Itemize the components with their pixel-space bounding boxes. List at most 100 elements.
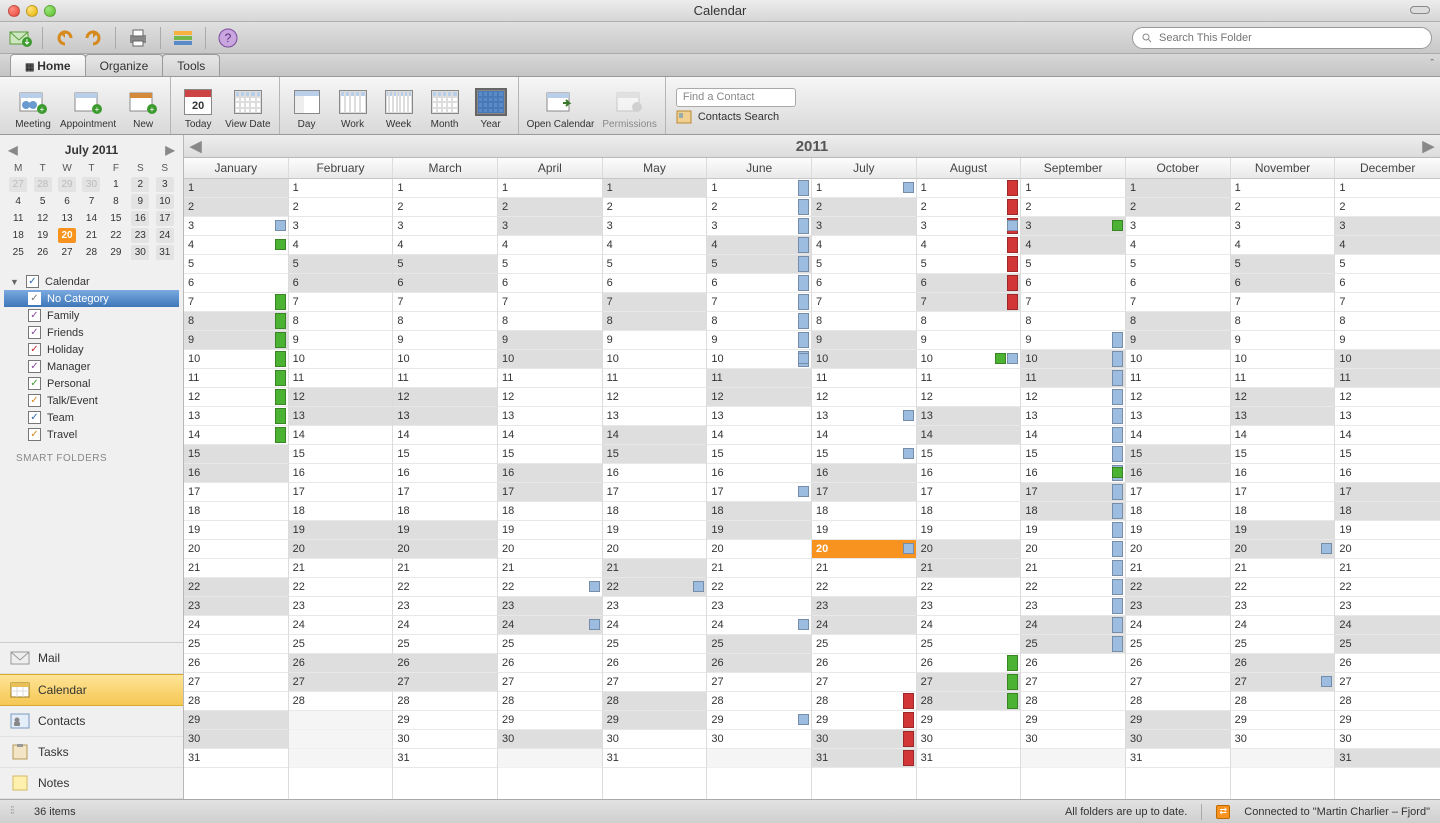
year-day-cell[interactable]: 24	[1231, 616, 1335, 635]
year-day-cell[interactable]: 17	[1126, 483, 1230, 502]
year-day-cell[interactable]: 8	[603, 312, 707, 331]
year-day-cell[interactable]: 5	[498, 255, 602, 274]
year-day-cell[interactable]: 18	[603, 502, 707, 521]
year-day-cell[interactable]: 13	[603, 407, 707, 426]
year-day-cell[interactable]: 16	[1126, 464, 1230, 483]
year-day-cell[interactable]: 6	[603, 274, 707, 293]
year-day-cell[interactable]: 16	[498, 464, 602, 483]
year-day-cell[interactable]: 20	[1126, 540, 1230, 559]
year-day-cell[interactable]: 12	[1126, 388, 1230, 407]
year-day-cell[interactable]: 19	[498, 521, 602, 540]
year-day-cell[interactable]: 5	[184, 255, 288, 274]
year-day-cell[interactable]: 28	[1231, 692, 1335, 711]
year-day-cell[interactable]: 8	[1021, 312, 1125, 331]
year-day-cell[interactable]: 4	[812, 236, 916, 255]
year-day-cell[interactable]: 15	[184, 445, 288, 464]
year-day-cell[interactable]: 10	[184, 350, 288, 369]
year-day-cell[interactable]: 15	[812, 445, 916, 464]
meeting-button[interactable]: +Meeting	[12, 77, 54, 134]
year-day-cell[interactable]: 23	[1335, 597, 1440, 616]
year-day-cell[interactable]: 27	[812, 673, 916, 692]
year-day-cell[interactable]: 4	[917, 236, 1021, 255]
year-day-cell[interactable]: 11	[707, 369, 811, 388]
year-day-cell[interactable]: 24	[289, 616, 393, 635]
year-day-cell[interactable]: 12	[289, 388, 393, 407]
year-day-cell[interactable]: 20	[917, 540, 1021, 559]
year-day-cell[interactable]: 28	[184, 692, 288, 711]
year-day-cell[interactable]: 29	[812, 711, 916, 730]
year-day-cell[interactable]: 25	[917, 635, 1021, 654]
year-day-cell[interactable]: 16	[184, 464, 288, 483]
tab-organize[interactable]: Organize	[85, 54, 164, 76]
year-day-cell[interactable]: 3	[812, 217, 916, 236]
year-day-cell[interactable]: 4	[498, 236, 602, 255]
year-day-cell[interactable]: 19	[1335, 521, 1440, 540]
year-day-cell[interactable]: 29	[393, 711, 497, 730]
search-input[interactable]	[1159, 32, 1423, 44]
year-day-cell[interactable]: 30	[707, 730, 811, 749]
year-day-cell[interactable]: 25	[1231, 635, 1335, 654]
open-calendar-button[interactable]: Open Calendar	[525, 77, 597, 134]
mini-day[interactable]: 2	[128, 176, 152, 193]
status-grip[interactable]: ⫶⫶	[10, 805, 20, 818]
year-day-cell[interactable]: 14	[184, 426, 288, 445]
year-day-cell[interactable]: 17	[603, 483, 707, 502]
year-day-cell[interactable]: 5	[393, 255, 497, 274]
year-day-cell[interactable]: 16	[707, 464, 811, 483]
year-day-cell[interactable]: 18	[1126, 502, 1230, 521]
tab-tools[interactable]: Tools	[162, 54, 220, 76]
mini-day[interactable]: 17	[153, 210, 177, 227]
viewdate-button[interactable]: View Date	[223, 77, 272, 134]
year-day-cell[interactable]: 11	[1231, 369, 1335, 388]
contacts-search-button[interactable]: Contacts Search	[676, 110, 796, 124]
year-day-cell[interactable]: 9	[707, 331, 811, 350]
year-day-cell[interactable]: 22	[393, 578, 497, 597]
year-day-cell[interactable]: 1	[1335, 179, 1440, 198]
tab-home[interactable]: ▦ Home	[10, 54, 86, 76]
year-day-cell[interactable]: 4	[1231, 236, 1335, 255]
year-day-cell[interactable]: 23	[812, 597, 916, 616]
year-day-cell[interactable]: 27	[1231, 673, 1335, 692]
year-day-cell[interactable]: 9	[184, 331, 288, 350]
year-day-cell[interactable]: 1	[1126, 179, 1230, 198]
year-day-cell[interactable]: 11	[289, 369, 393, 388]
year-day-cell[interactable]: 9	[1021, 331, 1125, 350]
year-day-cell[interactable]: 26	[1231, 654, 1335, 673]
year-day-cell[interactable]: 22	[812, 578, 916, 597]
year-day-cell[interactable]: 17	[1231, 483, 1335, 502]
year-day-cell[interactable]: 3	[1126, 217, 1230, 236]
year-day-cell[interactable]: 21	[917, 559, 1021, 578]
year-day-cell[interactable]: 17	[289, 483, 393, 502]
year-day-cell[interactable]: 28	[393, 692, 497, 711]
year-day-cell[interactable]: 26	[707, 654, 811, 673]
year-day-cell[interactable]: 24	[603, 616, 707, 635]
undo-button[interactable]	[53, 26, 77, 50]
year-day-cell[interactable]: 30	[1231, 730, 1335, 749]
year-day-cell[interactable]: 28	[1021, 692, 1125, 711]
year-day-cell[interactable]: 3	[184, 217, 288, 236]
year-day-cell[interactable]: 26	[1021, 654, 1125, 673]
mini-prev-button[interactable]: ◀	[6, 143, 20, 157]
year-day-cell[interactable]: 9	[1335, 331, 1440, 350]
year-day-cell[interactable]: 6	[917, 274, 1021, 293]
mini-day[interactable]: 29	[104, 244, 128, 261]
year-day-cell[interactable]: 17	[498, 483, 602, 502]
year-day-cell[interactable]: 6	[289, 274, 393, 293]
year-day-cell[interactable]: 12	[1231, 388, 1335, 407]
year-day-cell[interactable]: 15	[1231, 445, 1335, 464]
year-day-cell[interactable]: 20	[184, 540, 288, 559]
year-day-cell[interactable]: 28	[498, 692, 602, 711]
year-day-cell[interactable]: 4	[1335, 236, 1440, 255]
year-day-cell[interactable]: 24	[917, 616, 1021, 635]
year-day-cell[interactable]: 19	[812, 521, 916, 540]
year-day-cell[interactable]: 25	[603, 635, 707, 654]
today-button[interactable]: 20Today	[177, 77, 219, 134]
nav-notes[interactable]: Notes	[0, 768, 183, 799]
year-day-cell[interactable]: 6	[393, 274, 497, 293]
year-day-cell[interactable]: 7	[1231, 293, 1335, 312]
year-day-cell[interactable]: 25	[184, 635, 288, 654]
year-day-cell[interactable]: 30	[1335, 730, 1440, 749]
mini-day[interactable]: 8	[104, 193, 128, 210]
year-day-cell[interactable]: 2	[812, 198, 916, 217]
year-day-cell[interactable]: 15	[393, 445, 497, 464]
